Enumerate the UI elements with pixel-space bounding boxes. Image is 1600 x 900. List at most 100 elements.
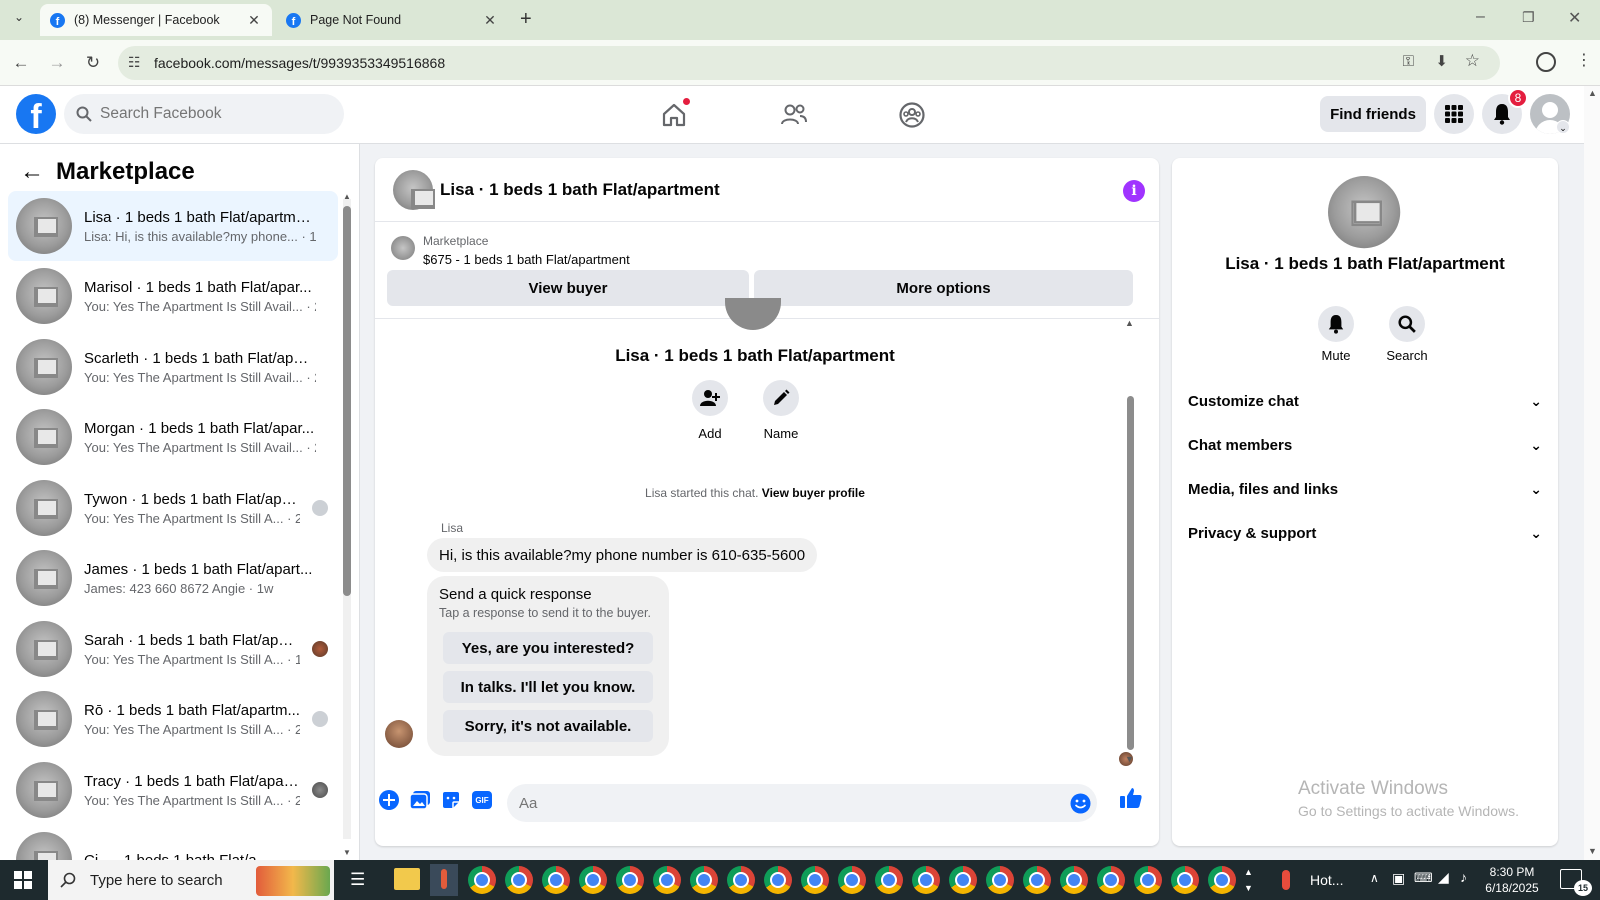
site-settings-icon[interactable]: ☷ [128, 54, 141, 71]
active-app-icon[interactable] [430, 864, 458, 896]
conversation-item[interactable]: Tywon · 1 beds 1 bath Flat/apa... You: Ye… [8, 473, 338, 543]
chrome-taskbar-icon[interactable] [1097, 866, 1125, 894]
show-hidden-icons-icon[interactable]: ∧ [1370, 871, 1379, 885]
task-view-icon[interactable]: ☰ [350, 870, 365, 890]
back-icon[interactable]: ← [8, 50, 34, 76]
conversation-item[interactable]: Scarleth · 1 beds 1 bath Flat/apar... You… [8, 332, 338, 402]
weather-text[interactable]: Hot... [1310, 872, 1343, 888]
conversation-item[interactable]: Morgan · 1 beds 1 bath Flat/apar... You: … [8, 402, 338, 472]
minimize-button[interactable]: – [1476, 8, 1485, 26]
chat-scrollbar-thumb[interactable] [1127, 396, 1134, 750]
chrome-taskbar-icon[interactable] [542, 866, 570, 894]
facebook-logo-icon[interactable]: f [16, 94, 56, 134]
file-explorer-icon[interactable] [394, 868, 420, 890]
chrome-taskbar-icon[interactable] [1023, 866, 1051, 894]
menu-grid-icon[interactable] [1434, 94, 1474, 134]
page-scroll-up-arrow-icon[interactable]: ▲ [1588, 88, 1597, 98]
chat-scroll-down-arrow-icon[interactable]: ▼ [1125, 754, 1134, 764]
add-people-icon[interactable] [692, 380, 728, 416]
conversation-item[interactable]: James · 1 beds 1 bath Flat/apart... James… [8, 543, 338, 613]
url-bar[interactable]: ☷ facebook.com/messages/t/99393533495168… [118, 46, 1500, 80]
chrome-taskbar-icon[interactable] [949, 866, 977, 894]
facebook-search-input[interactable] [100, 105, 320, 123]
info-icon[interactable]: i [1123, 180, 1145, 202]
view-buyer-button[interactable]: View buyer [387, 270, 749, 306]
conversation-item[interactable]: Ci... · 1 beds 1 bath Flat/a... [8, 825, 338, 860]
conversation-item[interactable]: Marisol · 1 beds 1 bath Flat/apar... You:… [8, 261, 338, 331]
media-files-links-section[interactable]: Media, files and links ⌄ [1188, 468, 1542, 510]
windows-start-icon[interactable] [0, 860, 46, 900]
chat-members-section[interactable]: Chat members ⌄ [1188, 424, 1542, 466]
close-tab-icon[interactable]: ✕ [246, 12, 262, 29]
emoji-icon[interactable] [1070, 793, 1091, 819]
page-scroll-down-arrow-icon[interactable]: ▼ [1588, 846, 1597, 856]
chrome-taskbar-icon[interactable] [838, 866, 866, 894]
close-window-button[interactable]: ✕ [1568, 8, 1581, 28]
search-in-chat-icon[interactable] [1389, 306, 1425, 342]
chrome-taskbar-icon[interactable] [579, 866, 607, 894]
sidebar-scrollbar-thumb[interactable] [343, 206, 351, 596]
scroll-up-arrow-icon[interactable]: ▲ [343, 192, 351, 201]
taskbar-overflow-arrows-icon[interactable]: ▲ ▼ [1244, 864, 1253, 896]
message-input-field[interactable] [507, 784, 1097, 822]
volume-speaker-icon[interactable]: ♪ [1460, 869, 1467, 885]
more-actions-plus-icon[interactable] [377, 788, 401, 812]
network-wifi-icon[interactable]: ◢ [1438, 869, 1449, 886]
quick-reply-yes-button[interactable]: Yes, are you interested? [443, 632, 653, 664]
listing-title[interactable]: $675 - 1 beds 1 bath Flat/apartment [423, 252, 630, 267]
tab-search-dropdown[interactable]: ⌄ [8, 10, 30, 30]
message-bubble[interactable]: Hi, is this available?my phone number is… [427, 538, 818, 572]
friends-icon[interactable] [774, 96, 814, 134]
chrome-taskbar-icon[interactable] [1060, 866, 1088, 894]
chat-scroll-up-arrow-icon[interactable]: ▲ [1125, 318, 1134, 328]
view-buyer-profile-link[interactable]: View buyer profile [762, 486, 865, 500]
sender-avatar[interactable] [385, 720, 413, 748]
privacy-support-section[interactable]: Privacy & support ⌄ [1188, 512, 1542, 554]
restore-button[interactable]: ❐ [1522, 9, 1535, 26]
find-friends-button[interactable]: Find friends [1320, 96, 1426, 132]
new-tab-button[interactable]: + [520, 8, 532, 31]
page-scrollbar[interactable]: ▲ ▼ [1584, 86, 1600, 860]
attach-photo-icon[interactable] [408, 788, 432, 812]
gif-icon[interactable]: GIF [470, 788, 494, 812]
chrome-taskbar-icon[interactable] [1134, 866, 1162, 894]
scroll-down-arrow-icon[interactable]: ▼ [343, 848, 351, 857]
chrome-taskbar-icon[interactable] [690, 866, 718, 894]
chat-title[interactable]: Lisa · 1 beds 1 bath Flat/apartment [440, 180, 720, 200]
chrome-taskbar-icon[interactable] [1171, 866, 1199, 894]
taskbar-clock[interactable]: 8:30 PM 6/18/2025 [1472, 864, 1552, 896]
reload-icon[interactable]: ↻ [80, 50, 106, 76]
more-options-button[interactable]: More options [754, 270, 1133, 306]
chrome-taskbar-icon[interactable] [653, 866, 681, 894]
browser-menu-icon[interactable]: ⋮ [1576, 50, 1592, 70]
groups-icon[interactable] [892, 96, 932, 134]
profile-icon[interactable] [1536, 52, 1556, 72]
chrome-taskbar-icon[interactable] [505, 866, 533, 894]
chrome-taskbar-icon[interactable] [727, 866, 755, 894]
message-input[interactable] [519, 794, 1039, 812]
forward-icon[interactable]: → [44, 50, 70, 76]
home-icon[interactable] [654, 96, 694, 134]
sticker-icon[interactable] [439, 788, 463, 812]
customize-chat-section[interactable]: Customize chat ⌄ [1188, 380, 1542, 422]
quick-reply-not-available-button[interactable]: Sorry, it's not available. [443, 710, 653, 742]
meet-now-icon[interactable]: ▣ [1392, 870, 1405, 887]
password-key-icon[interactable]: ⚿ [1403, 53, 1414, 70]
browser-tab-messenger[interactable]: f (8) Messenger | Facebook ✕ [40, 4, 272, 36]
chrome-taskbar-icon[interactable] [764, 866, 792, 894]
chrome-taskbar-icon[interactable] [1208, 866, 1236, 894]
install-app-icon[interactable]: ⬇ [1435, 52, 1448, 70]
profile-listing-thumbnail[interactable] [1328, 176, 1401, 249]
browser-tab-page-not-found[interactable]: f Page Not Found ✕ [276, 4, 508, 36]
chrome-taskbar-icon[interactable] [875, 866, 903, 894]
edit-name-pencil-icon[interactable] [763, 380, 799, 416]
like-thumbs-up-icon[interactable] [1119, 786, 1143, 810]
account-chevron-down-icon[interactable]: ⌄ [1556, 120, 1570, 134]
quick-reply-in-talks-button[interactable]: In talks. I'll let you know. [443, 671, 653, 703]
close-tab-icon[interactable]: ✕ [482, 12, 498, 29]
input-language-icon[interactable]: ⌨ [1414, 870, 1433, 886]
bookmark-star-icon[interactable]: ☆ [1465, 51, 1480, 71]
facebook-search[interactable] [64, 94, 344, 134]
conversation-item[interactable]: Rō · 1 beds 1 bath Flat/apartm... You: Ye… [8, 684, 338, 754]
taskbar-search[interactable]: Type here to search [48, 860, 334, 900]
